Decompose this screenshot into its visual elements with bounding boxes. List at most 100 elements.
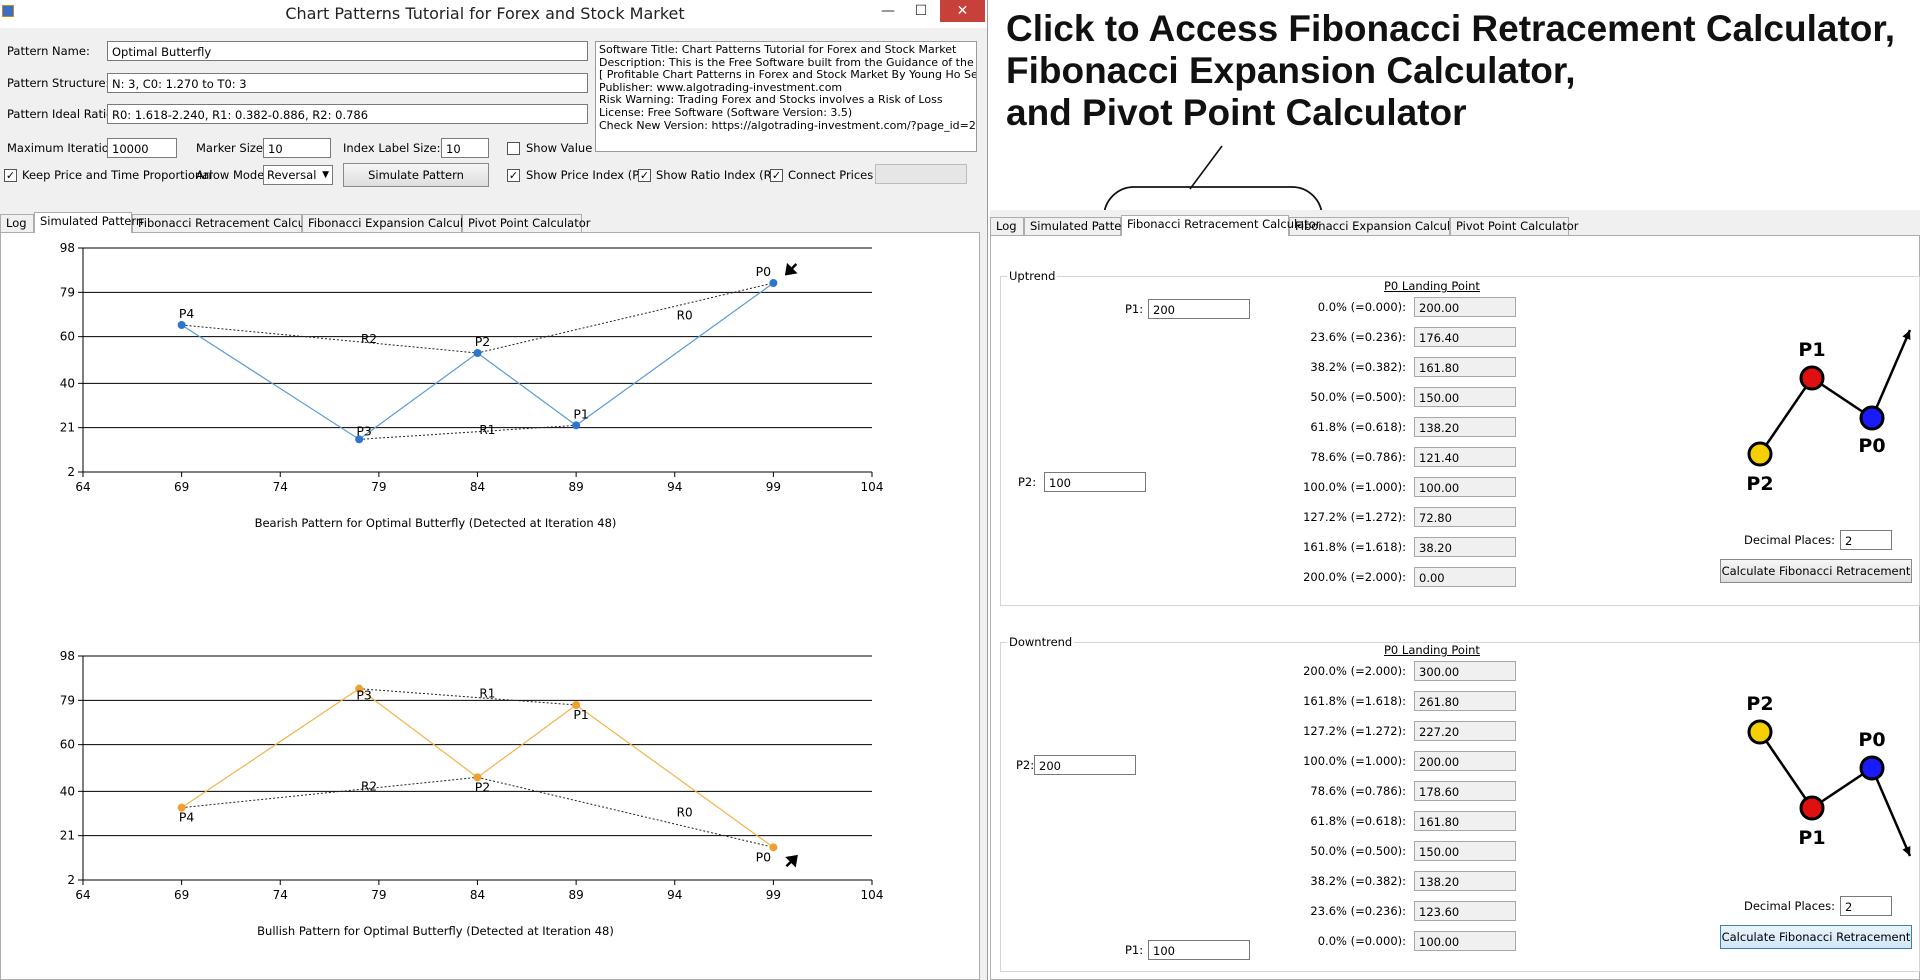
- fib-level-value: 38.20: [1414, 537, 1516, 557]
- pattern-ideal-ratio-field[interactable]: R0: 1.618-2.240, R1: 0.382-0.886, R2: 0.…: [107, 104, 588, 124]
- minimize-button[interactable]: —: [872, 0, 904, 22]
- price-label: P2: [475, 334, 491, 349]
- decimal-places-input[interactable]: 2: [1840, 896, 1892, 916]
- fib-level-label: 78.6% (=0.786):: [1310, 450, 1406, 464]
- marker-size-label: Marker Size:: [196, 141, 267, 155]
- p1-label: P1:: [1125, 943, 1144, 957]
- ratio-label: R1: [479, 686, 495, 700]
- fib-level-value: 161.80: [1414, 811, 1516, 831]
- show-price-index-label: Show Price Index (P): [526, 168, 644, 182]
- price-label: P3: [356, 423, 372, 438]
- pattern-name-label: Pattern Name:: [7, 44, 90, 58]
- y-tick-label: 40: [60, 376, 75, 390]
- x-tick-label: 104: [861, 480, 884, 494]
- tab-fibonacci-retracement[interactable]: Fibonacci Retracement Calculator: [132, 214, 332, 232]
- tab-simulated-pattern[interactable]: Simulated Pattern: [34, 212, 143, 233]
- pattern-name-field[interactable]: Optimal Butterfly: [107, 41, 588, 61]
- arrow-mode-dropdown[interactable]: Reversal ▼: [263, 165, 333, 185]
- fib-level-label: 50.0% (=0.500):: [1310, 844, 1406, 858]
- fib-level-label: 23.6% (=0.236):: [1310, 330, 1406, 344]
- fib-level-value: 100.00: [1414, 477, 1516, 497]
- arrow-mode-label: Arrow Mode:: [196, 168, 269, 182]
- simulate-pattern-button[interactable]: Simulate Pattern: [343, 163, 489, 187]
- tab-fibonacci-expansion[interactable]: Fibonacci Expansion Calculator: [302, 214, 486, 232]
- fib-level-value: 227.20: [1414, 721, 1516, 741]
- marker-size-field[interactable]: 10: [263, 138, 331, 158]
- fib-level-label: 200.0% (=2.000):: [1303, 664, 1406, 678]
- arrow-mode-value: Reversal: [267, 168, 317, 182]
- pattern-structure-field[interactable]: N: 3, C0: 1.270 to T0: 3: [107, 73, 588, 93]
- diagram-node: [1747, 719, 1773, 745]
- show-ratio-index-label: Show Ratio Index (R): [656, 168, 777, 182]
- p2-input[interactable]: 100: [1044, 472, 1146, 492]
- show-value-checkbox[interactable]: [507, 142, 520, 155]
- annotation-line: Click to Access Fibonacci Retracement Ca…: [1006, 8, 1896, 49]
- diagram-node: [1799, 365, 1825, 391]
- bearish-chart: 2 21 40 60 79 98 64 69 74 79 84 89 94 99 104 R2 R1 R0 P4 P3…: [60, 241, 884, 530]
- fib-level-value: 123.60: [1414, 901, 1516, 921]
- pattern-structure-label: Pattern Structure:: [7, 76, 110, 90]
- window-title: Chart Patterns Tutorial for Forex and St…: [285, 4, 685, 23]
- price-point: [177, 321, 186, 329]
- calculate-retracement-button[interactable]: Calculate Fibonacci Retracement: [1720, 559, 1912, 583]
- diagram-label: P2: [1746, 473, 1773, 495]
- connect-prices-label: Connect Prices: [788, 168, 874, 182]
- max-iteration-field[interactable]: 10000: [107, 138, 177, 158]
- ratio-line: [477, 282, 774, 354]
- fib-level-value: 138.20: [1414, 871, 1516, 891]
- ratio-line: [181, 776, 478, 809]
- index-label-size-field[interactable]: 10: [441, 138, 489, 158]
- tab-log[interactable]: Log: [990, 217, 1024, 235]
- show-ratio-index-checkbox[interactable]: ✓: [638, 169, 651, 182]
- price-line: [181, 687, 774, 848]
- diagram-line: [1758, 731, 1912, 857]
- tab-fibonacci-retracement[interactable]: Fibonacci Retracement Calculator: [1121, 215, 1321, 236]
- y-tick-label: 2: [67, 465, 75, 479]
- price-point: [769, 279, 778, 287]
- fib-level-label: 61.8% (=0.618):: [1310, 420, 1406, 434]
- bullish-chart: 2 21 40 60 79 98 64 69 74 79 84 89 94 99 104 R1 R2 R0 P4 P3…: [60, 649, 884, 938]
- decimal-places-input[interactable]: 2: [1840, 530, 1892, 550]
- y-tick-label: 79: [60, 693, 75, 707]
- tab-simulated-pattern[interactable]: Simulated Pattern: [1024, 217, 1133, 235]
- annotation-line: and Pivot Point Calculator: [1006, 92, 1467, 133]
- fib-level-label: 0.0% (=0.000):: [1317, 934, 1406, 948]
- tab-pivot-point[interactable]: Pivot Point Calculator: [1450, 217, 1579, 235]
- x-tick-label: 79: [371, 888, 386, 902]
- tab-log[interactable]: Log: [0, 214, 34, 232]
- index-label-size-label: Index Label Size:: [343, 141, 441, 155]
- close-button[interactable]: ✕: [940, 0, 985, 22]
- fib-level-value: 72.80: [1414, 507, 1516, 527]
- keep-proportional-checkbox[interactable]: ✓: [4, 169, 17, 182]
- x-tick-label: 89: [568, 480, 583, 494]
- calculate-retracement-button[interactable]: Calculate Fibonacci Retracement: [1720, 925, 1912, 949]
- ratio-label: R1: [479, 423, 495, 437]
- fib-level-value: 138.20: [1414, 417, 1516, 437]
- x-tick-label: 84: [470, 480, 485, 494]
- price-label: P0: [756, 849, 772, 864]
- uptrend-label: Uptrend: [1007, 269, 1058, 283]
- price-label: P4: [179, 810, 195, 825]
- p1-input[interactable]: 100: [1148, 940, 1250, 960]
- price-label: P1: [573, 406, 589, 421]
- fib-level-value: 176.40: [1414, 327, 1516, 347]
- connect-prices-checkbox[interactable]: ✓: [770, 169, 783, 182]
- chevron-down-icon: ▼: [322, 170, 329, 180]
- fib-level-value: 121.40: [1414, 447, 1516, 467]
- fib-level-label: 38.2% (=0.382):: [1310, 874, 1406, 888]
- fib-level-value: 300.00: [1414, 661, 1516, 681]
- tab-pivot-point[interactable]: Pivot Point Calculator: [462, 214, 591, 232]
- x-tick-label: 99: [766, 888, 781, 902]
- p2-input[interactable]: 200: [1034, 755, 1136, 775]
- chart-caption: Bullish Pattern for Optimal Butterfly (D…: [257, 924, 614, 938]
- downtrend-diagram: P2 P1 P0: [1746, 693, 1912, 857]
- fib-level-value: 200.00: [1414, 751, 1516, 771]
- callout-pointer: [1189, 145, 1223, 190]
- show-price-index-checkbox[interactable]: ✓: [507, 169, 520, 182]
- x-tick-label: 79: [371, 480, 386, 494]
- maximize-button[interactable]: ☐: [905, 0, 937, 22]
- p1-input[interactable]: 200: [1148, 299, 1250, 319]
- keep-proportional-label: Keep Price and Time Proportional: [22, 168, 213, 182]
- ratio-line: [181, 324, 478, 354]
- ratio-line: [477, 776, 774, 848]
